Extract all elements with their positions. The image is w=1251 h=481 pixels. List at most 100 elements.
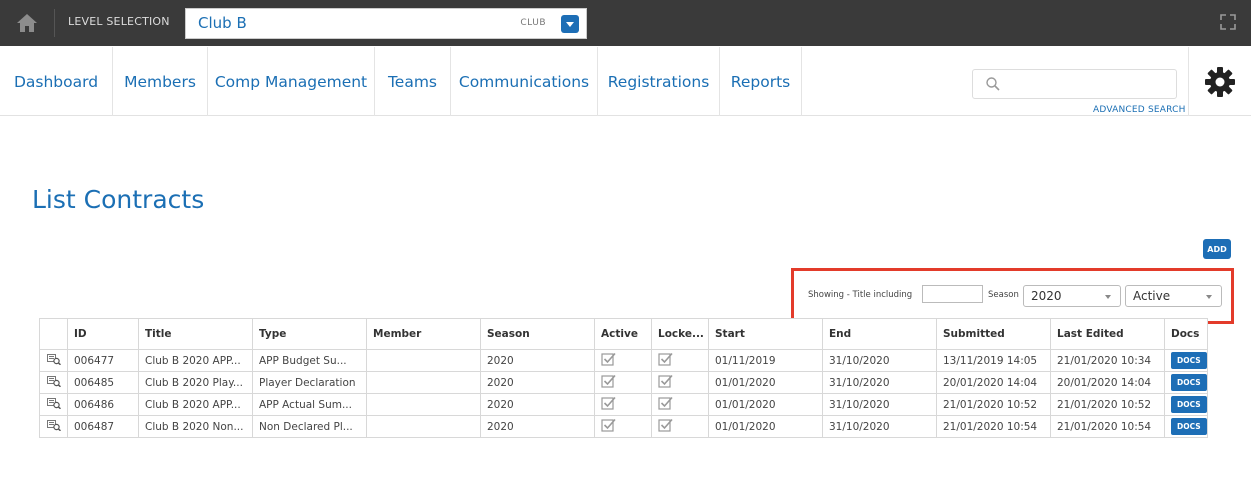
- table-row[interactable]: 006487 Club B 2020 Non... Non Declared P…: [39, 415, 1208, 438]
- nav-teams[interactable]: Teams: [375, 47, 451, 116]
- cell-submitted: 20/01/2020 14:04: [936, 371, 1051, 394]
- advanced-search-link[interactable]: ADVANCED SEARCH: [1093, 105, 1186, 115]
- col-title[interactable]: Title: [138, 318, 253, 350]
- view-record-button[interactable]: [39, 349, 68, 372]
- checkbox-checked-icon: [601, 396, 616, 410]
- cell-start: 01/01/2020: [708, 415, 823, 438]
- cell-docs: DOCS: [1164, 393, 1208, 416]
- cell-end: 31/10/2020: [822, 393, 937, 416]
- col-submitted[interactable]: Submitted: [936, 318, 1051, 350]
- season-filter-label: Season: [988, 290, 1019, 300]
- cell-season: 2020: [480, 415, 595, 438]
- cell-start: 01/11/2019: [708, 349, 823, 372]
- cell-active: [594, 393, 652, 416]
- chevron-down-icon: [1105, 295, 1111, 299]
- season-value: 2020: [1031, 289, 1062, 303]
- cell-locked: [651, 349, 709, 372]
- cell-title: Club B 2020 APP...: [138, 393, 253, 416]
- checkbox-checked-icon: [601, 352, 616, 366]
- nav-comp-management[interactable]: Comp Management: [208, 47, 375, 116]
- level-selection-label: LEVEL SELECTION: [68, 15, 170, 28]
- club-name: Club B: [198, 14, 247, 32]
- cell-type: APP Actual Sum...: [252, 393, 367, 416]
- cell-end: 31/10/2020: [822, 371, 937, 394]
- cell-start: 01/01/2020: [708, 371, 823, 394]
- cell-start: 01/01/2020: [708, 393, 823, 416]
- checkbox-checked-icon: [601, 374, 616, 388]
- col-locked[interactable]: Locke...: [651, 318, 709, 350]
- docs-button[interactable]: DOCS: [1171, 374, 1207, 391]
- checkbox-checked-icon: [658, 396, 673, 410]
- title-filter-input[interactable]: [922, 285, 983, 303]
- cell-active: [594, 349, 652, 372]
- cell-title: Club B 2020 APP...: [138, 349, 253, 372]
- table-header-row: ID Title Type Member Season Active Locke…: [39, 318, 1208, 350]
- docs-button[interactable]: DOCS: [1171, 418, 1207, 435]
- table-row[interactable]: 006486 Club B 2020 APP... APP Actual Sum…: [39, 393, 1208, 416]
- cell-last-edited: 21/01/2020 10:34: [1050, 349, 1165, 372]
- cell-active: [594, 415, 652, 438]
- divider: [54, 9, 55, 37]
- table-row[interactable]: 006485 Club B 2020 Play... Player Declar…: [39, 371, 1208, 394]
- col-last-edited[interactable]: Last Edited: [1050, 318, 1165, 350]
- view-record-icon: [46, 353, 61, 365]
- home-icon: [17, 14, 37, 32]
- season-select[interactable]: 2020: [1023, 285, 1121, 307]
- top-bar: LEVEL SELECTION Club B CLUB: [0, 0, 1251, 46]
- table-row[interactable]: 006477 Club B 2020 APP... APP Budget Su.…: [39, 349, 1208, 372]
- col-end[interactable]: End: [822, 318, 937, 350]
- nav-communications[interactable]: Communications: [451, 47, 598, 116]
- checkbox-checked-icon: [601, 418, 616, 432]
- cell-last-edited: 21/01/2020 10:54: [1050, 415, 1165, 438]
- docs-button[interactable]: DOCS: [1171, 352, 1207, 369]
- cell-type: Non Declared Pl...: [252, 415, 367, 438]
- col-active[interactable]: Active: [594, 318, 652, 350]
- nav-dashboard[interactable]: Dashboard: [0, 47, 113, 116]
- add-button[interactable]: ADD: [1203, 239, 1231, 259]
- checkbox-checked-icon: [658, 352, 673, 366]
- home-button[interactable]: [8, 6, 46, 40]
- cell-docs: DOCS: [1164, 349, 1208, 372]
- view-record-icon: [46, 375, 61, 387]
- cell-title: Club B 2020 Play...: [138, 371, 253, 394]
- status-select[interactable]: Active: [1125, 285, 1222, 307]
- col-start[interactable]: Start: [708, 318, 823, 350]
- cell-id: 006487: [67, 415, 139, 438]
- settings-button[interactable]: [1188, 47, 1251, 116]
- cell-end: 31/10/2020: [822, 415, 937, 438]
- club-type-label: CLUB: [520, 18, 546, 28]
- nav-registrations[interactable]: Registrations: [598, 47, 720, 116]
- divider: [801, 47, 802, 116]
- docs-button[interactable]: DOCS: [1171, 396, 1207, 413]
- search-input[interactable]: [972, 69, 1177, 99]
- view-record-button[interactable]: [39, 371, 68, 394]
- col-season[interactable]: Season: [480, 318, 595, 350]
- view-record-button[interactable]: [39, 393, 68, 416]
- view-record-icon: [46, 397, 61, 409]
- col-type[interactable]: Type: [252, 318, 367, 350]
- cell-locked: [651, 415, 709, 438]
- cell-last-edited: 20/01/2020 14:04: [1050, 371, 1165, 394]
- nav-members[interactable]: Members: [113, 47, 208, 116]
- view-record-button[interactable]: [39, 415, 68, 438]
- col-member[interactable]: Member: [366, 318, 481, 350]
- cell-docs: DOCS: [1164, 415, 1208, 438]
- club-selector[interactable]: Club B CLUB: [185, 8, 587, 39]
- cell-id: 006486: [67, 393, 139, 416]
- dropdown-icon[interactable]: [561, 15, 579, 33]
- cell-member: [366, 415, 481, 438]
- nav-reports[interactable]: Reports: [720, 47, 801, 116]
- cell-id: 006485: [67, 371, 139, 394]
- title-filter-label: Showing - Title including: [808, 290, 913, 300]
- cell-locked: [651, 371, 709, 394]
- cell-type: Player Declaration: [252, 371, 367, 394]
- expand-icon[interactable]: [1217, 12, 1239, 34]
- cell-active: [594, 371, 652, 394]
- gear-icon: [1205, 66, 1235, 97]
- col-id[interactable]: ID: [67, 318, 139, 350]
- status-value: Active: [1133, 289, 1171, 303]
- cell-last-edited: 21/01/2020 10:52: [1050, 393, 1165, 416]
- cell-member: [366, 349, 481, 372]
- cell-submitted: 21/01/2020 10:54: [936, 415, 1051, 438]
- cell-submitted: 13/11/2019 14:05: [936, 349, 1051, 372]
